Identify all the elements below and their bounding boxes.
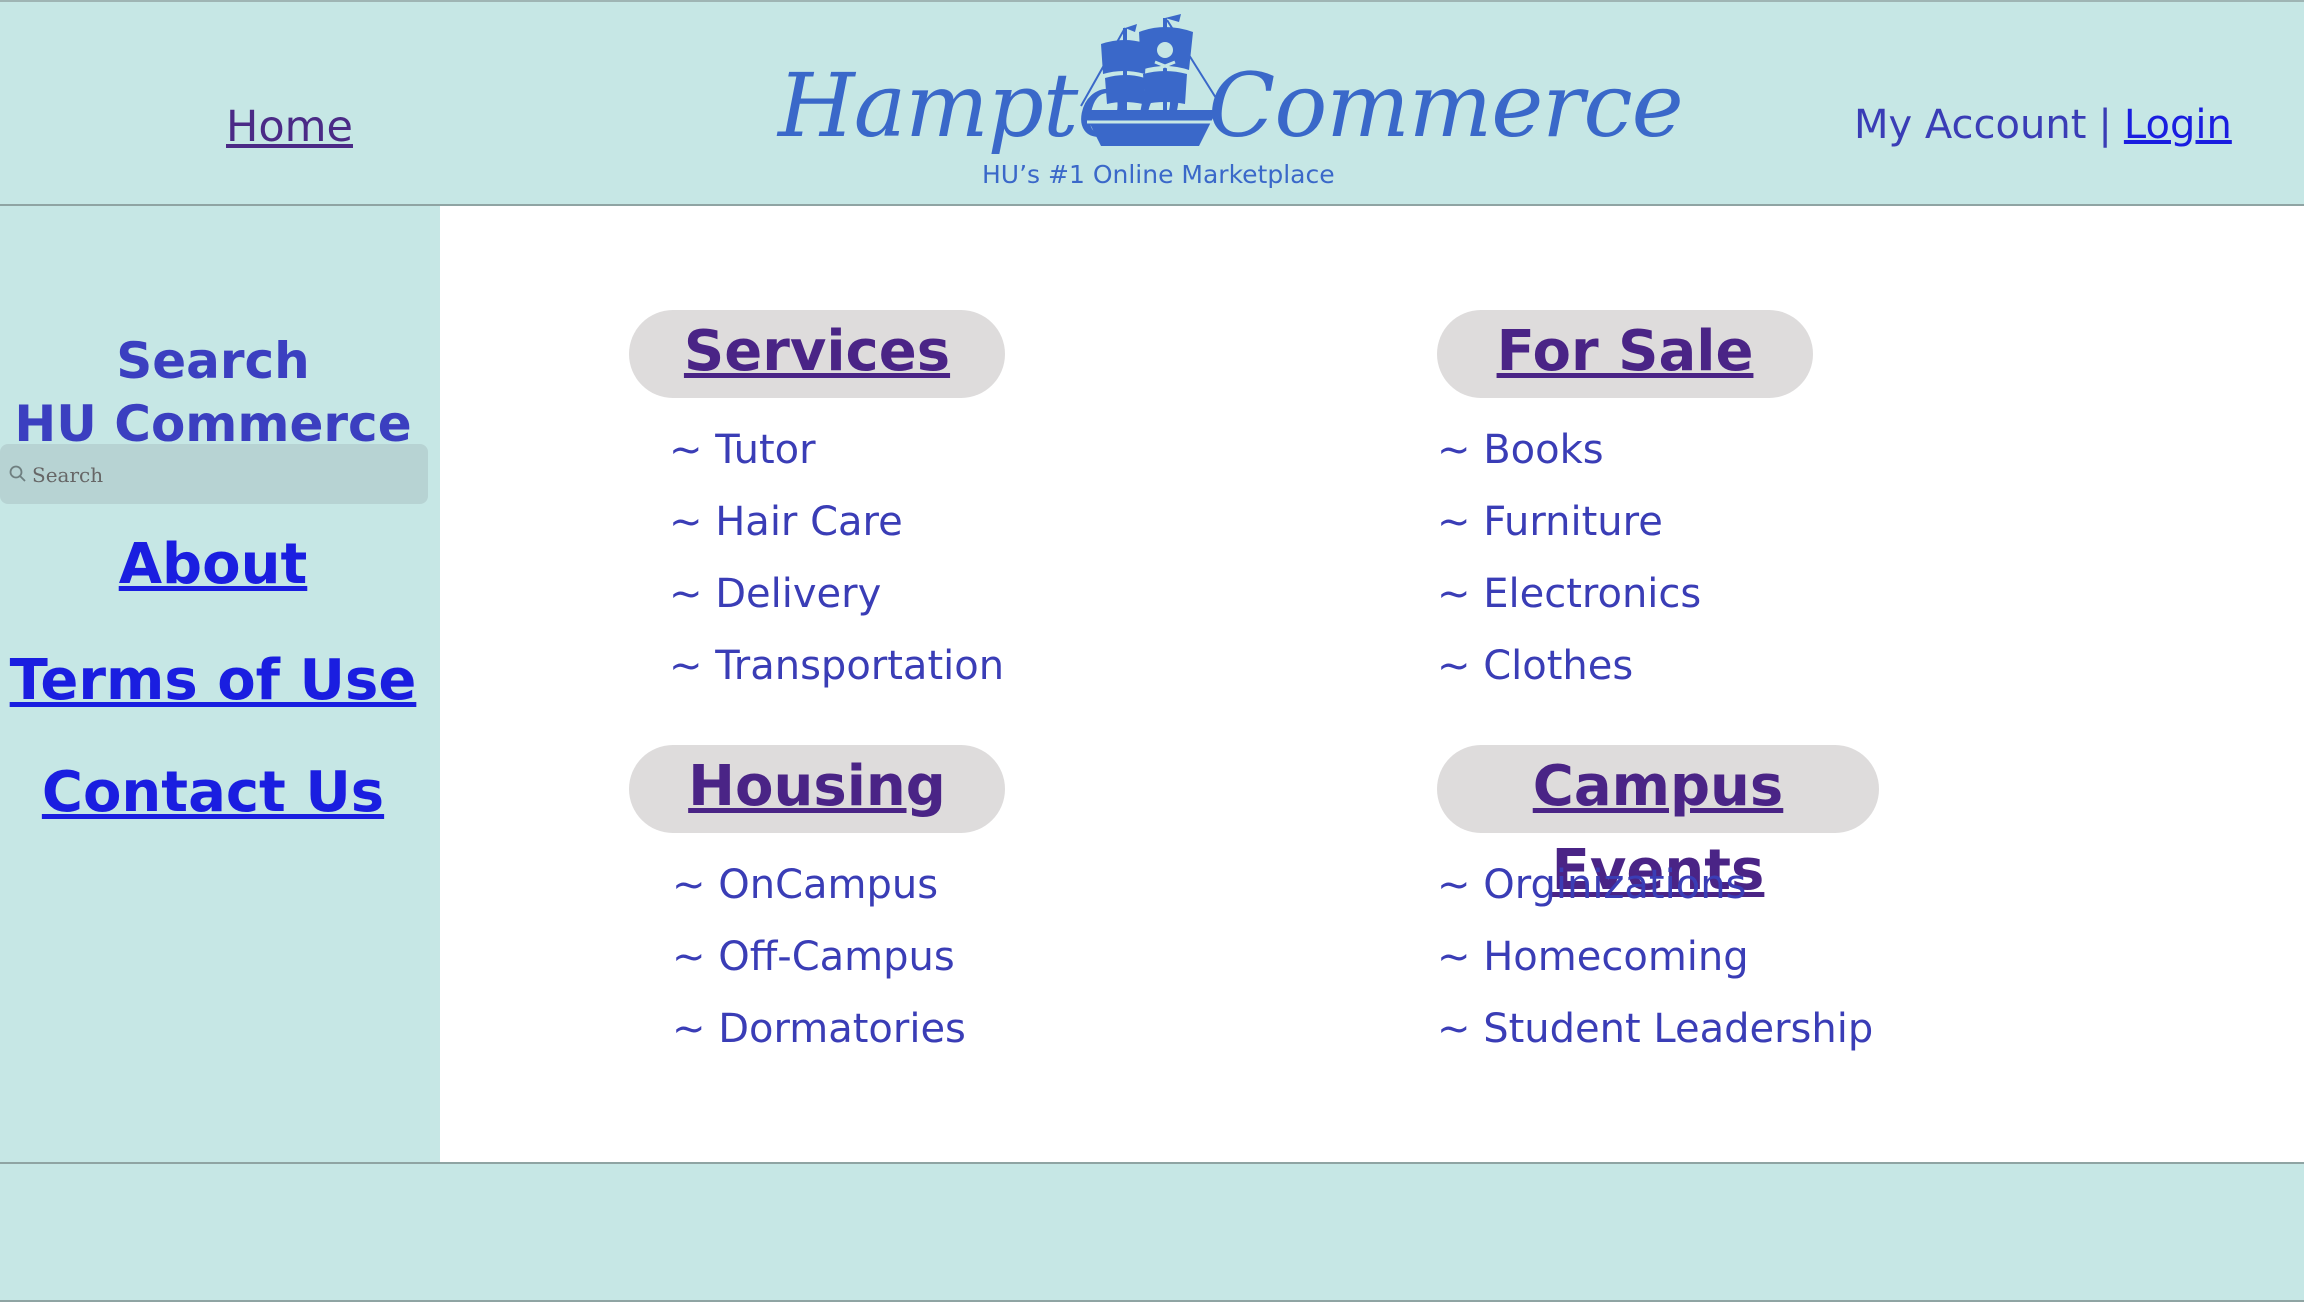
list-item[interactable]: ~ Books <box>1437 414 1701 486</box>
search-icon <box>9 465 26 482</box>
search-title: Search HU Commerce <box>0 330 426 456</box>
list-item[interactable]: ~ Transportation <box>669 630 1004 702</box>
list-item[interactable]: ~ Hair Care <box>669 486 1004 558</box>
site-header: Home Hampton Commerce HU’s #1 Online Mar… <box>0 0 2304 206</box>
search-box[interactable] <box>0 444 428 504</box>
list-item[interactable]: ~ Tutor <box>669 414 1004 486</box>
list-item[interactable]: ~ Off-Campus <box>672 921 966 993</box>
my-account-link[interactable]: My Account <box>1854 102 2086 148</box>
logo-tagline: HU’s #1 Online Marketplace <box>982 160 1335 189</box>
list-item[interactable]: ~ Student Leadership <box>1437 993 1873 1065</box>
category-campus-events-button[interactable]: Campus Events <box>1437 745 1879 903</box>
login-link[interactable]: Login <box>2124 102 2232 148</box>
site-footer <box>0 1162 2304 1302</box>
services-list: ~ Tutor ~ Hair Care ~ Delivery ~ Transpo… <box>669 414 1004 702</box>
list-item[interactable]: ~ Dormatories <box>672 993 966 1065</box>
search-input[interactable] <box>30 456 414 494</box>
home-link[interactable]: Home <box>226 102 353 152</box>
list-item[interactable]: ~ Delivery <box>669 558 1004 630</box>
list-item[interactable]: ~ Homecoming <box>1437 921 1873 993</box>
terms-of-use-link[interactable]: Terms of Use <box>0 648 426 713</box>
nav-separator: | <box>2098 102 2112 148</box>
site-logo[interactable]: Hampton Commerce HU’s #1 Online Marketpl… <box>770 10 1684 200</box>
category-housing-button[interactable]: Housing <box>629 745 1005 833</box>
logo-word-right: Commerce <box>1208 54 1684 157</box>
sidebar: Search HU Commerce About Terms of Use Co… <box>0 206 440 1162</box>
pirate-ship-icon <box>1080 14 1222 146</box>
for-sale-list: ~ Books ~ Furniture ~ Electronics ~ Clot… <box>1437 414 1701 702</box>
list-item[interactable]: ~ OnCampus <box>672 849 966 921</box>
search-title-line1: Search <box>116 332 310 390</box>
category-services-button[interactable]: Services <box>629 310 1005 398</box>
list-item[interactable]: ~ Electronics <box>1437 558 1701 630</box>
list-item[interactable]: ~ Orginizations <box>1437 849 1873 921</box>
about-link[interactable]: About <box>0 532 426 597</box>
campus-events-list: ~ Orginizations ~ Homecoming ~ Student L… <box>1437 849 1873 1065</box>
category-for-sale-button[interactable]: For Sale <box>1437 310 1813 398</box>
account-nav: My Account | Login <box>1854 102 2232 148</box>
contact-us-link[interactable]: Contact Us <box>0 760 426 825</box>
housing-list: ~ OnCampus ~ Off-Campus ~ Dormatories <box>672 849 966 1065</box>
list-item[interactable]: ~ Furniture <box>1437 486 1701 558</box>
list-item[interactable]: ~ Clothes <box>1437 630 1701 702</box>
